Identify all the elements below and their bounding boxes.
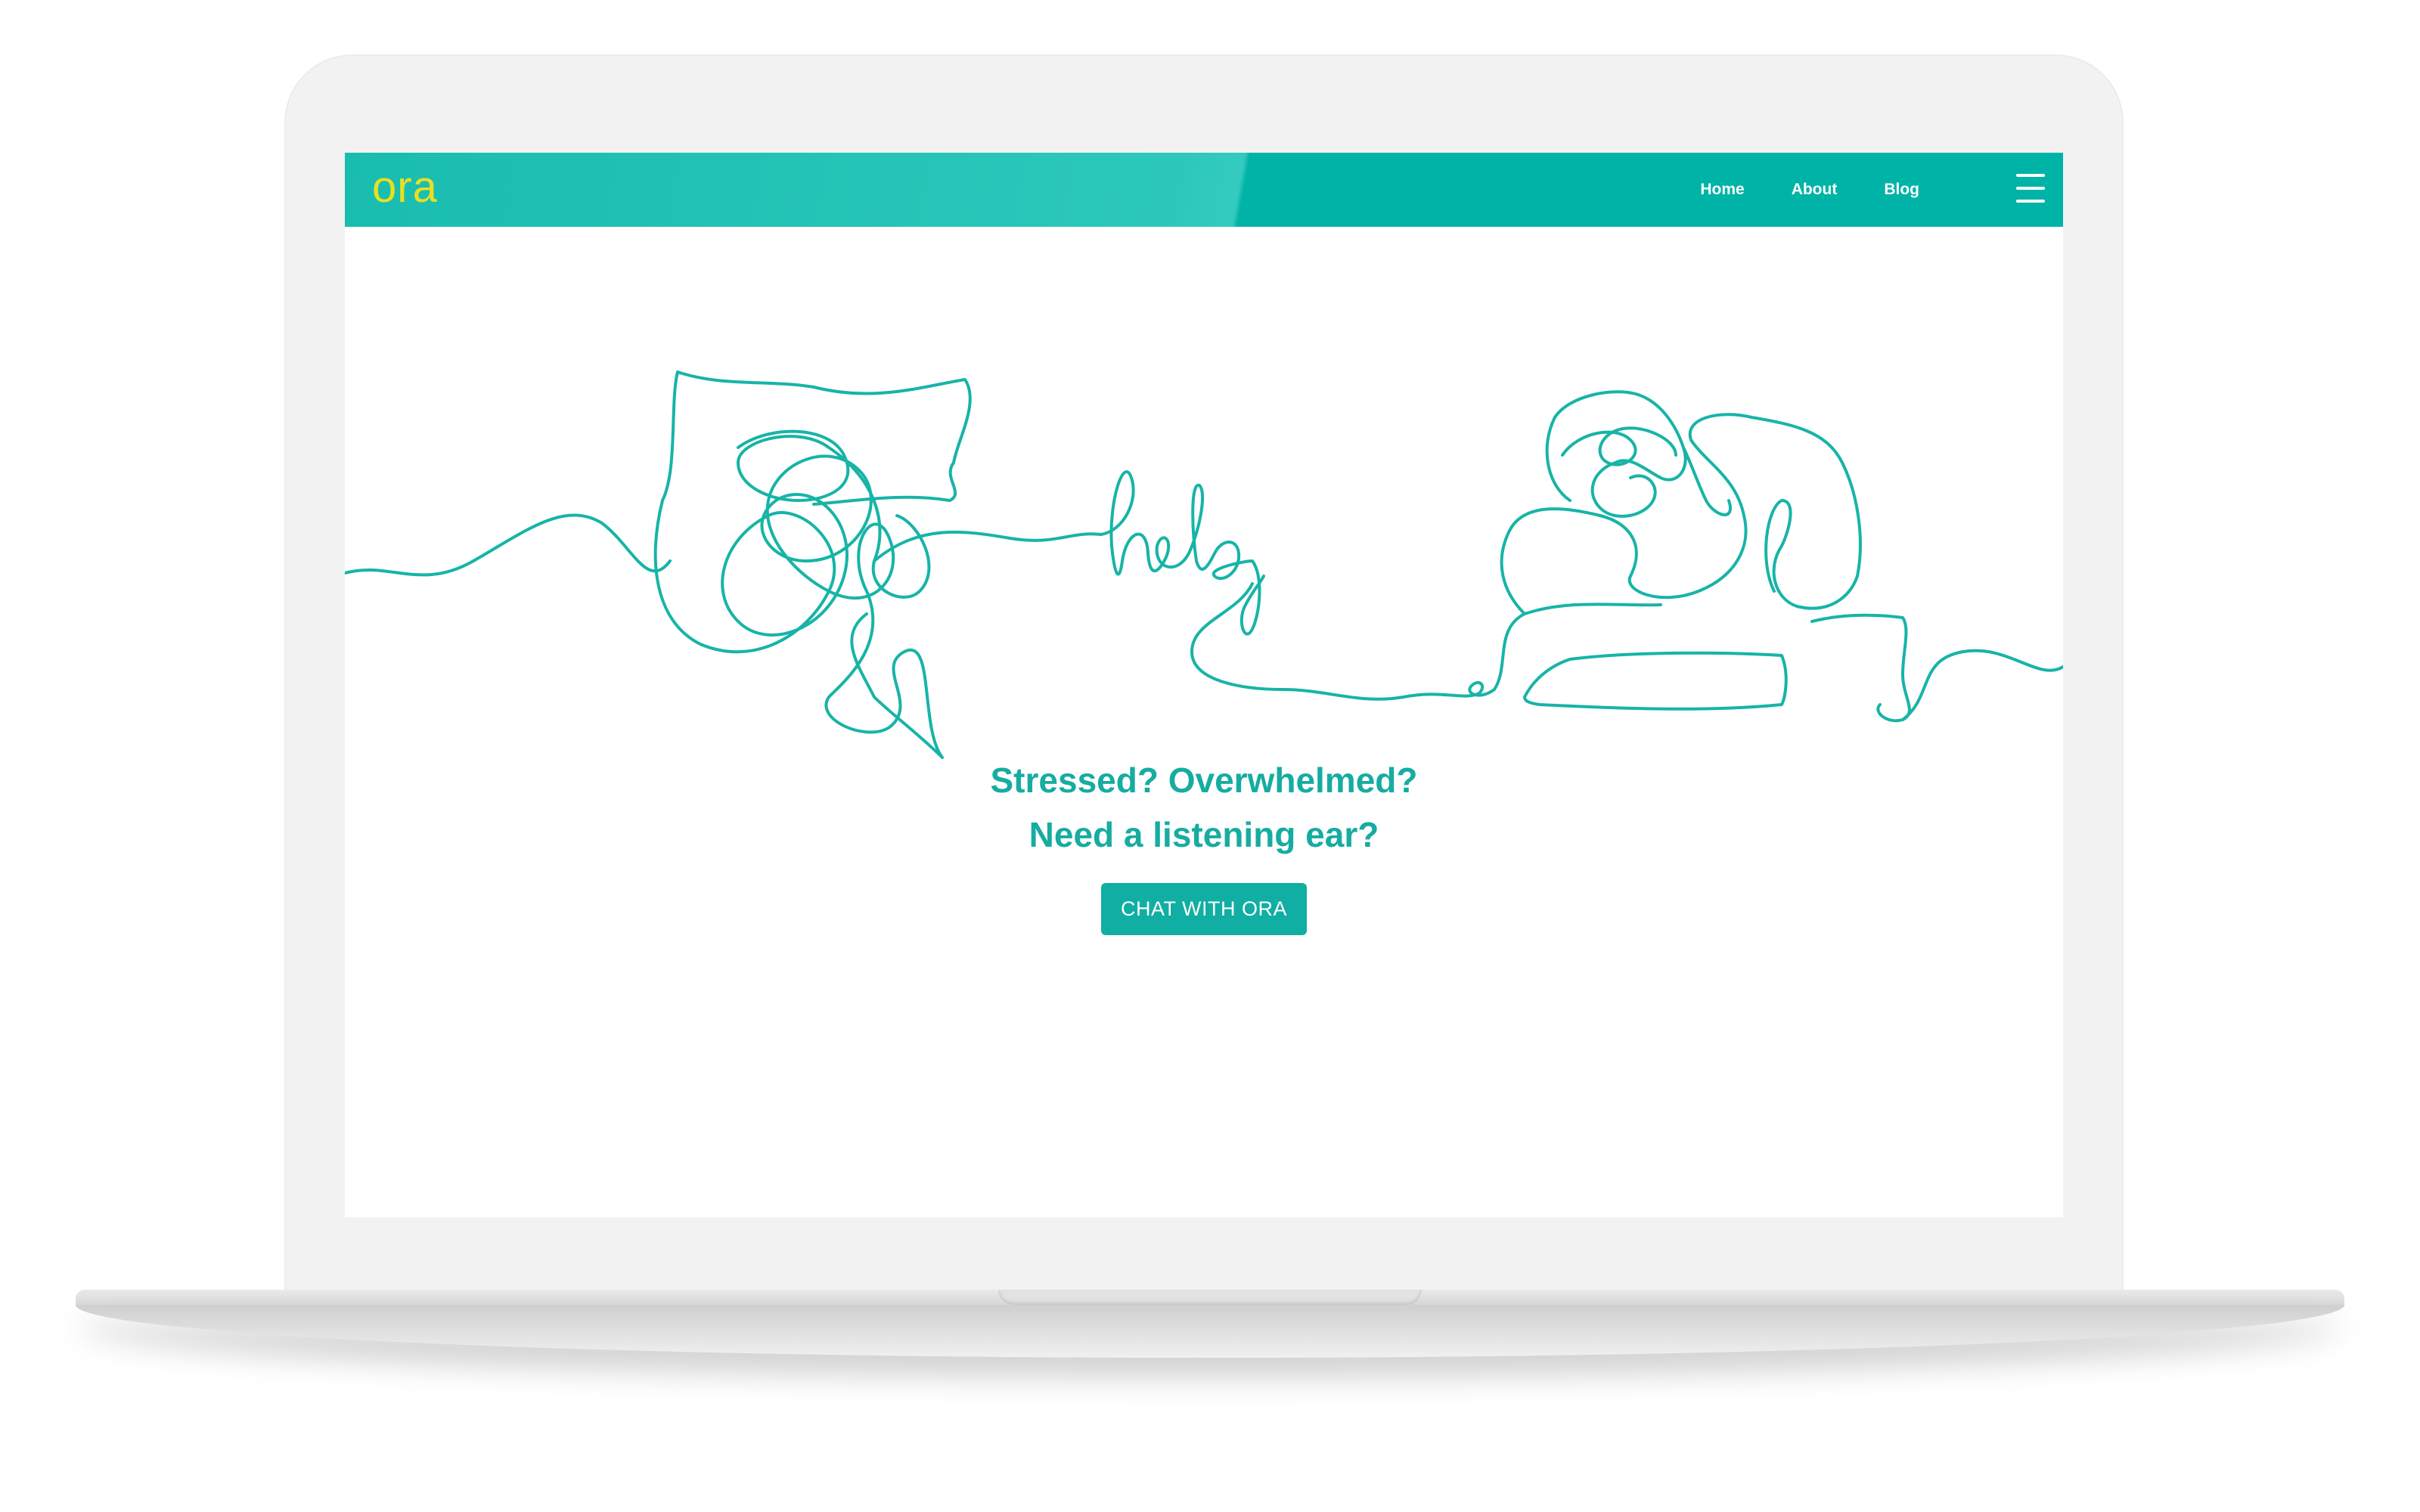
wave-line-left — [345, 513, 672, 577]
help-cursive — [1100, 470, 1265, 636]
chat-with-ora-button[interactable]: CHAT WITH ORA — [1101, 883, 1307, 935]
main-nav: Home About Blog — [1653, 153, 1919, 227]
cushion-outline — [1523, 651, 1788, 711]
connector-line-1 — [873, 530, 1103, 562]
person-hair-scribble — [1561, 426, 1732, 516]
nav-about-link[interactable]: About — [1792, 181, 1838, 199]
line-art-illustration — [345, 370, 2063, 759]
person-head — [1545, 390, 1687, 518]
laptop-opening-notch — [998, 1290, 1422, 1305]
ora-logo[interactable]: ora — [372, 163, 438, 216]
site-header: ora Home About Blog — [345, 153, 2063, 227]
hamburger-icon[interactable] — [2016, 174, 2045, 203]
connector-line-2 — [1190, 582, 1662, 701]
nav-home-link[interactable]: Home — [1700, 181, 1744, 199]
chair-back — [1810, 613, 1911, 723]
hero-section: Stressed? Overwhelmed? Need a listening … — [345, 753, 2063, 935]
pillow-outline — [661, 370, 972, 506]
laptop-screen: ora Home About Blog Stressed? Overwhelme… — [345, 153, 2063, 1217]
nav-blog-link[interactable]: Blog — [1884, 181, 1919, 199]
laptop-base-shadow — [76, 1305, 2344, 1358]
hero-headline-line1: Stressed? Overwhelmed? — [990, 761, 1418, 800]
hero-headline-line2: Need a listening ear? — [1028, 815, 1379, 854]
wave-line-right — [1901, 649, 2063, 721]
